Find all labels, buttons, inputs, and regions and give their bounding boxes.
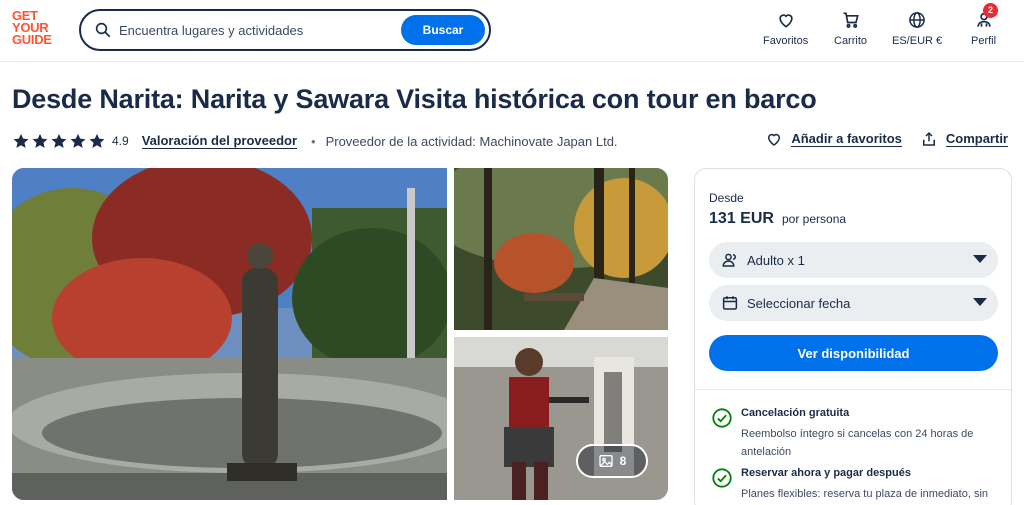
cart-icon: [843, 12, 859, 28]
star-icon: [32, 133, 48, 148]
add-to-favorites-button[interactable]: Añadir a favoritos: [765, 130, 902, 148]
notification-badge: 2: [983, 3, 999, 18]
price-unit: por persona: [782, 212, 847, 226]
nav-favorites-label: Favoritos: [763, 35, 809, 47]
participants-value: Adulto x 1: [747, 252, 805, 268]
main-photo-statue[interactable]: [12, 168, 447, 500]
star-icon: [70, 133, 86, 148]
calendar-icon: [722, 296, 738, 310]
star-icon: [51, 133, 67, 148]
view-all-photos-button[interactable]: 8: [576, 444, 648, 478]
feature-title: Reservar ahora y pagar después: [741, 467, 911, 479]
getyourguide-logo[interactable]: GET YOUR GUIDE: [12, 9, 62, 47]
activity-provider: Proveedor de la actividad: Machinovate J…: [325, 133, 618, 149]
price-from-label: Desde: [709, 191, 744, 205]
share-label: Compartir: [945, 131, 1008, 147]
nav-cart-label: Carrito: [834, 35, 868, 47]
nav-cart[interactable]: Carrito: [834, 10, 867, 47]
check-circle-icon: [712, 408, 732, 428]
add-to-favorites-label: Añadir a favoritos: [791, 131, 902, 147]
card-divider: [695, 389, 1011, 390]
nav-profile-label: Perfil: [971, 35, 997, 47]
search-input[interactable]: [119, 20, 399, 40]
photo-count: 8: [619, 454, 627, 468]
star-icon: [13, 133, 29, 148]
feature-title: Cancelación gratuita: [741, 407, 850, 419]
star-icon: [89, 133, 105, 148]
page-title: Desde Narita: Narita y Sawara Visita his…: [12, 84, 817, 114]
price-value: 131 EUR: [709, 210, 774, 227]
participants-icon: [722, 253, 736, 267]
date-value: Seleccionar fecha: [747, 295, 851, 311]
nav-profile[interactable]: Perfil 2: [971, 3, 999, 47]
search-button[interactable]: Buscar: [401, 15, 485, 45]
feature-description: Planes flexibles: reserva tu plaza de in…: [741, 488, 989, 500]
booking-card: Desde 131 EUR por persona Adulto x 1 Sel…: [694, 168, 1012, 505]
share-button[interactable]: Compartir: [920, 130, 1008, 148]
heart-icon: [778, 14, 793, 28]
nav-language-label: ES/EUR €: [892, 35, 943, 47]
provider-rating-link[interactable]: Valoración del proveedor: [141, 133, 298, 149]
rating-value: 4.9: [112, 134, 129, 148]
participants-select[interactable]: Adulto x 1: [709, 242, 998, 278]
image-icon: [598, 455, 613, 467]
title-actions: Añadir a favoritos Compartir: [765, 130, 1008, 148]
top-header: GET YOUR GUIDE Buscar Favoritos Carrito …: [0, 0, 1024, 62]
separator-dot: •: [311, 133, 316, 149]
nav-language-currency[interactable]: ES/EUR €: [892, 10, 942, 47]
rating-row: 4.9 Valoración del proveedor • Proveedor…: [12, 130, 618, 152]
chevron-down-icon: [973, 255, 987, 263]
search-bar: Buscar: [79, 9, 491, 51]
chevron-down-icon: [973, 298, 987, 306]
globe-icon: [909, 12, 925, 28]
search-icon: [95, 22, 111, 38]
check-availability-button[interactable]: Ver disponibilidad: [709, 335, 998, 371]
date-select[interactable]: Seleccionar fecha: [709, 285, 998, 321]
feature-description: Reembolso íntegro si cancelas con 24 hor…: [741, 428, 974, 458]
heart-icon: [768, 133, 781, 146]
logo-line-3: GUIDE: [12, 32, 52, 47]
nav-favorites[interactable]: Favoritos: [763, 10, 808, 47]
check-circle-icon: [712, 468, 732, 488]
photo-forest-path[interactable]: [454, 168, 668, 330]
rating-stars: [12, 132, 106, 150]
share-icon: [922, 131, 935, 146]
